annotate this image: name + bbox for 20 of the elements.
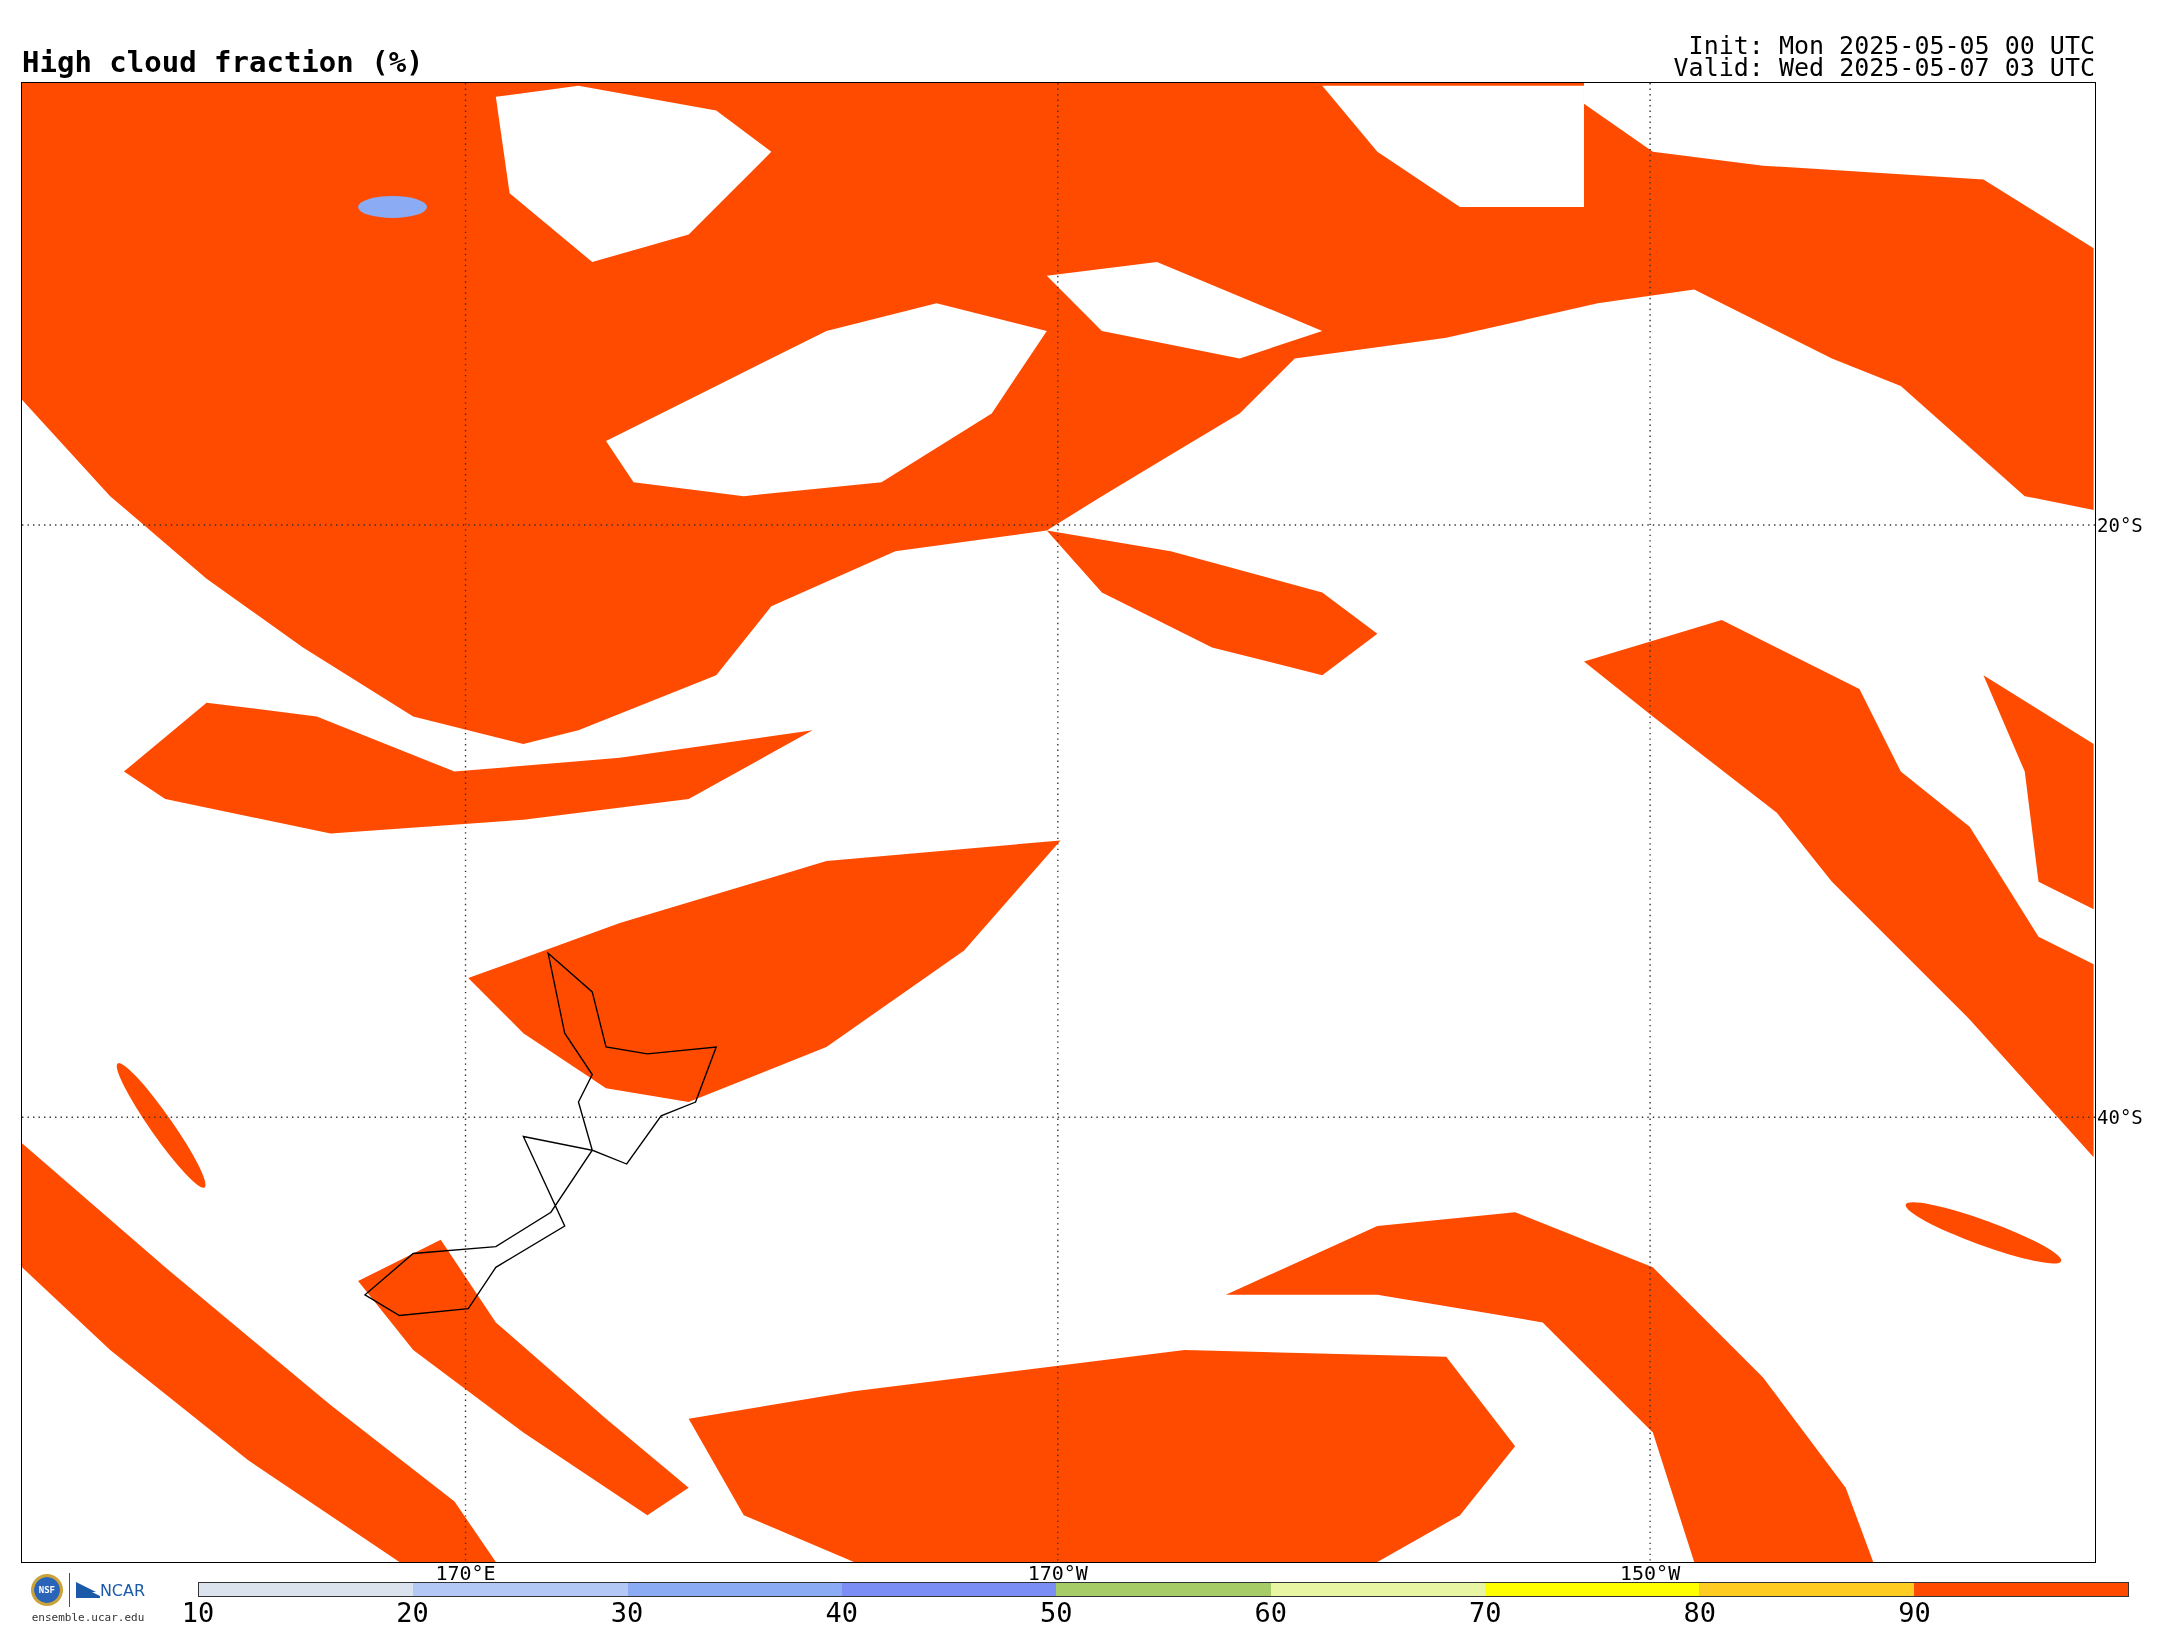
colorbar-tick-label: 10 — [181, 1599, 215, 1626]
longitude-label: 170°W — [1027, 1563, 1088, 1583]
latitude-label: 20°S — [2097, 515, 2143, 536]
longitude-label: 150°W — [1620, 1563, 1681, 1583]
colorbar-tick-label: 70 — [1469, 1599, 1502, 1626]
colorbar-tick-label: 50 — [1039, 1599, 1073, 1626]
init-time: Init: Mon 2025-05-05 00 UTC — [1688, 35, 2095, 57]
colorbar-tick-label: 90 — [1898, 1599, 1931, 1626]
valid-time: Valid: Wed 2025-05-07 03 UTC — [1673, 57, 2095, 79]
colorbar-tick-label: 40 — [825, 1599, 858, 1626]
colorbar-tick-label: 80 — [1683, 1599, 1717, 1626]
colorbar-tick-label: 20 — [396, 1599, 429, 1626]
latitude-label: 40°S — [2097, 1107, 2143, 1128]
nsf-logo: NSF — [30, 1574, 63, 1606]
chart-title: High cloud fraction (%) — [22, 45, 424, 79]
website-url: ensemble.ucar.edu — [31, 1611, 145, 1624]
colorbar-tick-label: 30 — [610, 1599, 644, 1626]
longitude-label: 170°E — [435, 1563, 496, 1583]
ncar-logo: NCAR — [75, 1580, 146, 1600]
colorbar-tick-label: 60 — [1254, 1599, 1287, 1626]
